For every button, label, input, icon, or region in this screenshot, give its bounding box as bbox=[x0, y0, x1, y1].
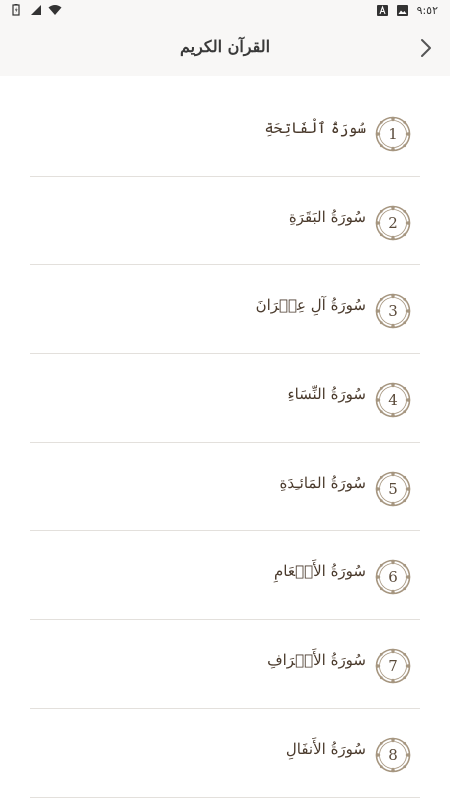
surah-name: سُورَةُ آلِ عِمۡرَانَ bbox=[255, 296, 366, 315]
surah-number-badge: 7 bbox=[374, 647, 412, 685]
surah-number-badge: 8 bbox=[374, 736, 412, 774]
list-item[interactable]: 7 سُورَةُ الأَعۡرَافِ bbox=[30, 620, 420, 709]
status-bar: ٩:٥٢ bbox=[0, 0, 450, 24]
surah-name: سُورَةُ البَقَرَةِ bbox=[288, 207, 366, 226]
status-time: ٩:٥٢ bbox=[416, 4, 438, 17]
list-item[interactable]: 5 سُورَةُ المَائـِدَةِ bbox=[30, 443, 420, 532]
surah-number: 7 bbox=[388, 657, 398, 676]
image-notification-icon bbox=[396, 4, 409, 17]
surah-name: سُورَةُ الأَنفَالِ bbox=[285, 739, 366, 758]
surah-number: 1 bbox=[388, 125, 398, 143]
surah-number: 6 bbox=[388, 568, 398, 587]
surah-number: 4 bbox=[388, 391, 398, 410]
list-item[interactable]: 6 سُورَةُ الأَنۡعَامِ bbox=[30, 531, 420, 621]
list-item[interactable]: 2 سُورَةُ البَقَرَةِ bbox=[30, 177, 420, 266]
surah-name: سُورَةُ النِّسَاءِ bbox=[287, 385, 366, 404]
chevron-right-icon bbox=[419, 38, 433, 62]
surah-name: سُورَةُ الأَعۡرَافِ bbox=[267, 651, 366, 670]
page-title: القرآن الكريم bbox=[179, 37, 271, 56]
surah-number: 5 bbox=[388, 479, 398, 498]
list-item[interactable]: 4 سُورَةُ النِّسَاءِ bbox=[30, 354, 420, 443]
surah-name: سُورَةُ المَائـِدَةِ bbox=[279, 473, 366, 492]
surah-number-badge: 4 bbox=[374, 381, 412, 419]
surah-number: 3 bbox=[388, 302, 398, 321]
surah-name: سُورَةُ ٱلْفَاتِحَةِ bbox=[264, 119, 366, 137]
list-item[interactable]: 8 سُورَةُ الأَنفَالِ bbox=[30, 709, 420, 798]
surah-list: 1 سُورَةُ ٱلْفَاتِحَةِ 2 سُورَةُ البَقَرَةِ… bbox=[30, 88, 420, 798]
surah-number-badge: 3 bbox=[374, 292, 412, 330]
surah-number: 2 bbox=[388, 213, 398, 232]
app-bar: القرآن الكريم bbox=[0, 24, 450, 76]
list-item[interactable]: 1 سُورَةُ ٱلْفَاتِحَةِ bbox=[30, 88, 420, 177]
list-item[interactable]: 3 سُورَةُ آلِ عِمۡرَانَ bbox=[30, 265, 420, 355]
back-button[interactable] bbox=[412, 36, 440, 64]
wifi-icon bbox=[48, 4, 62, 16]
battery-icon bbox=[12, 4, 24, 16]
signal-icon bbox=[30, 4, 42, 16]
surah-number-badge: 1 bbox=[374, 115, 412, 153]
a-notification-icon bbox=[376, 4, 389, 17]
surah-name: سُورَةُ الأَنۡعَامِ bbox=[273, 562, 366, 581]
surah-number-badge: 6 bbox=[374, 558, 412, 596]
surah-number-badge: 5 bbox=[374, 470, 412, 508]
surah-number-badge: 2 bbox=[374, 204, 412, 242]
surah-number: 8 bbox=[388, 745, 398, 764]
